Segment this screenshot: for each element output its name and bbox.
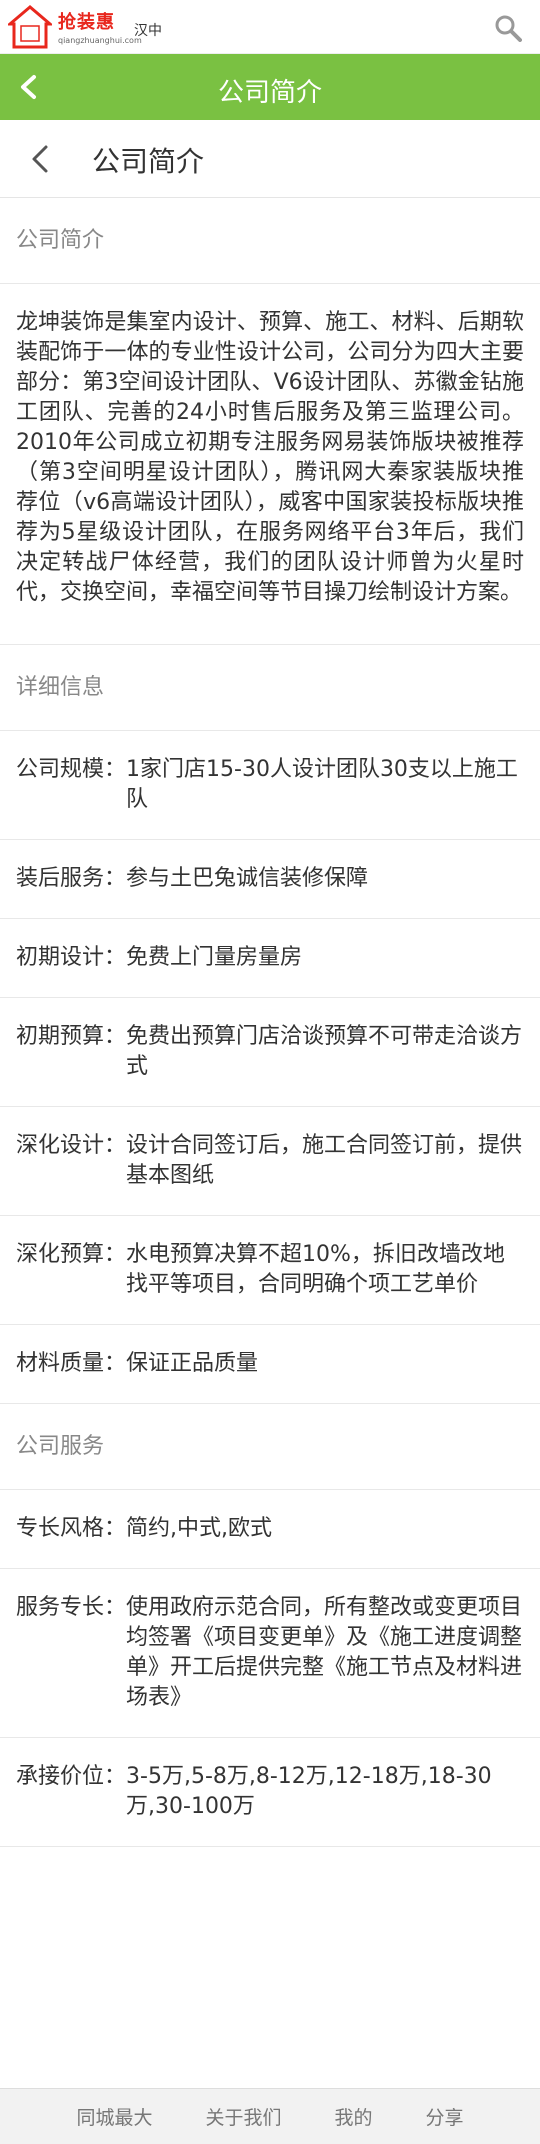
service-value: 使用政府示范合同，所有整改或变更项目均签署《项目变更单》及《施工进度调整单》开工… bbox=[126, 1595, 523, 1710]
detail-key: 深化设计： bbox=[16, 1133, 127, 1158]
top-brand-bar: 抢装惠 qiangzhuanghui.com 汉中 bbox=[0, 0, 540, 54]
detail-row: 材料质量： 保证正品质量 bbox=[0, 1325, 540, 1404]
detail-value: 水电预算决算不超10%，拆旧改墙改地找平等项目，合同明确个项工艺单价 bbox=[126, 1242, 505, 1297]
detail-value: 免费出预算门店洽谈预算不可带走洽谈方式 bbox=[126, 1024, 523, 1079]
search-icon[interactable] bbox=[494, 14, 522, 42]
nav-item-about[interactable]: 关于我们 bbox=[205, 2103, 281, 2130]
detail-key: 材料质量： bbox=[16, 1351, 127, 1376]
service-key: 专长风格： bbox=[16, 1516, 127, 1541]
service-row: 专长风格： 简约,中式,欧式 bbox=[0, 1490, 540, 1569]
detail-row: 深化预算： 水电预算决算不超10%，拆旧改墙改地找平等项目，合同明确个项工艺单价 bbox=[0, 1216, 540, 1325]
detail-value: 免费上门量房量房 bbox=[126, 945, 303, 970]
service-key: 承接价位： bbox=[16, 1764, 127, 1789]
brand-url: qiangzhuanghui.com bbox=[58, 36, 142, 45]
detail-row: 深化设计： 设计合同签订后，施工合同签订前，提供基本图纸 bbox=[0, 1107, 540, 1216]
section-title-intro: 公司简介 bbox=[0, 198, 540, 284]
detail-key: 公司规模： bbox=[16, 757, 127, 782]
sub-header: 公司简介 bbox=[0, 120, 540, 198]
detail-value: 设计合同签订后，施工合同签订前，提供基本图纸 bbox=[126, 1133, 523, 1188]
detail-value: 1家门店15-30人设计团队30支以上施工队 bbox=[126, 757, 518, 812]
logo-icon[interactable] bbox=[8, 4, 52, 50]
detail-key: 初期预算： bbox=[16, 1024, 127, 1049]
service-row: 服务专长： 使用政府示范合同，所有整改或变更项目均签署《项目变更单》及《施工进度… bbox=[0, 1569, 540, 1738]
section-title-details: 详细信息 bbox=[0, 645, 540, 731]
back-chevron-icon[interactable] bbox=[28, 144, 54, 174]
bottom-nav: 同城最大 关于我们 我的 分享 bbox=[0, 2088, 540, 2144]
service-value: 简约,中式,欧式 bbox=[126, 1516, 273, 1541]
detail-row: 初期设计： 免费上门量房量房 bbox=[0, 919, 540, 998]
city-selector[interactable]: 汉中 bbox=[134, 20, 162, 40]
detail-row: 初期预算： 免费出预算门店洽谈预算不可带走洽谈方式 bbox=[0, 998, 540, 1107]
detail-key: 初期设计： bbox=[16, 945, 127, 970]
detail-key: 深化预算： bbox=[16, 1242, 127, 1267]
detail-key: 装后服务： bbox=[16, 866, 127, 891]
company-intro-text: 龙坤装饰是集室内设计、预算、施工、材料、后期软装配饰于一体的专业性设计公司，公司… bbox=[0, 284, 540, 645]
service-value: 3-5万,5-8万,8-12万,12-18万,18-30万,30-100万 bbox=[126, 1764, 492, 1819]
sub-header-title: 公司简介 bbox=[92, 145, 205, 178]
service-row: 承接价位： 3-5万,5-8万,8-12万,12-18万,18-30万,30-1… bbox=[0, 1738, 540, 1847]
detail-row: 装后服务： 参与土巴兔诚信装修保障 bbox=[0, 840, 540, 919]
brand: 抢装惠 qiangzhuanghui.com bbox=[58, 8, 142, 45]
nav-item-share[interactable]: 分享 bbox=[425, 2103, 463, 2130]
nav-item-mine[interactable]: 我的 bbox=[334, 2103, 372, 2130]
green-header-bar: 公司简介 bbox=[0, 54, 540, 120]
page-title: 公司简介 bbox=[217, 78, 322, 108]
nav-item-nearby[interactable]: 同城最大 bbox=[76, 2103, 152, 2130]
detail-row: 公司规模： 1家门店15-30人设计团队30支以上施工队 bbox=[0, 731, 540, 840]
detail-value: 保证正品质量 bbox=[126, 1351, 259, 1376]
service-key: 服务专长： bbox=[16, 1595, 127, 1620]
brand-name: 抢装惠 bbox=[58, 12, 115, 33]
section-title-services: 公司服务 bbox=[0, 1404, 540, 1490]
detail-value: 参与土巴兔诚信装修保障 bbox=[126, 866, 369, 891]
